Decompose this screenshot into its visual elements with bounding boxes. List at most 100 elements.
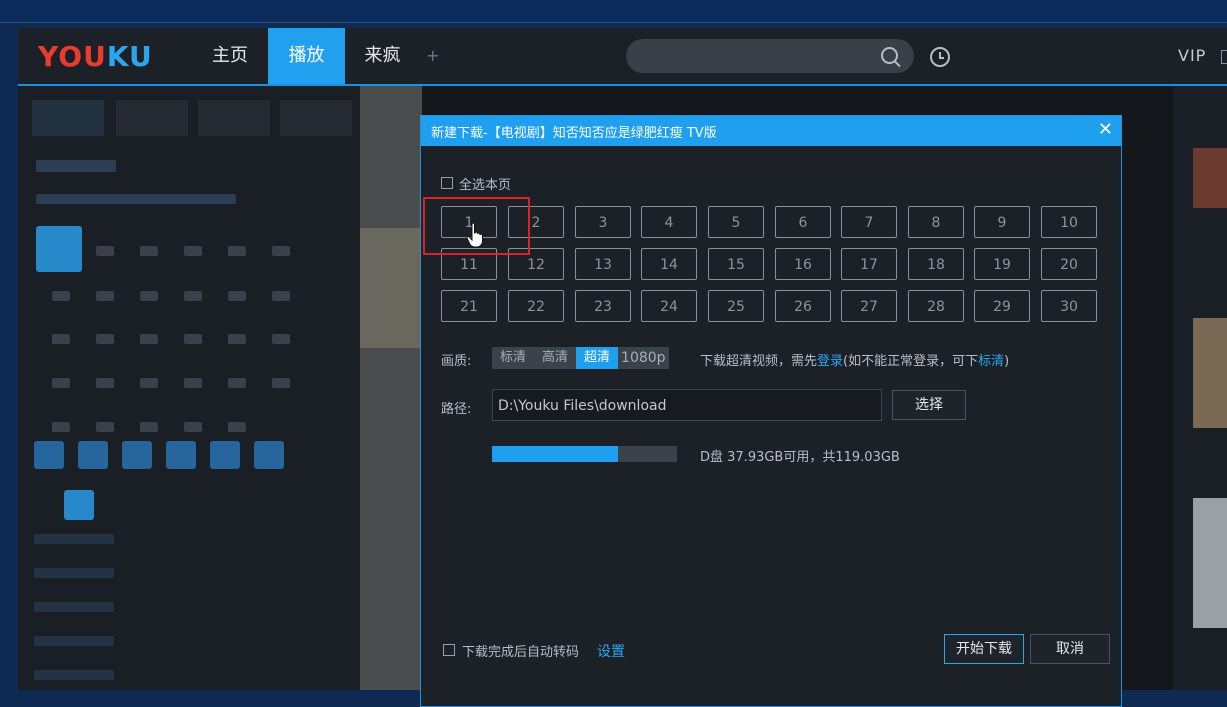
episode-button[interactable]: 7: [841, 206, 897, 238]
sidebar-tab: [280, 100, 352, 136]
episode-button[interactable]: 24: [641, 290, 697, 322]
blurred-list-item: [34, 670, 114, 680]
blurred-sidebar: [18, 86, 360, 690]
blurred-right-thumb: [1193, 148, 1227, 208]
episode-button[interactable]: 8: [908, 206, 964, 238]
quality-option-1080p[interactable]: 1080p: [618, 347, 669, 369]
vip-link[interactable]: VIP: [1178, 46, 1206, 65]
episode-button[interactable]: 3: [575, 206, 631, 238]
episode-button[interactable]: 6: [775, 206, 831, 238]
episode-button[interactable]: 22: [508, 290, 564, 322]
blurred-episode: [52, 334, 70, 344]
select-all-label[interactable]: 全选本页: [459, 174, 511, 193]
quality-hint: 下载超清视频，需先登录(如不能正常登录，可下标清): [700, 350, 1009, 369]
blurred-episode: [140, 422, 158, 432]
dialog-header: 新建下载-【电视剧】知否知否应是绿肥红瘦 TV版 ✕: [421, 116, 1121, 146]
episode-button[interactable]: 17: [841, 248, 897, 280]
blurred-episode: [52, 378, 70, 388]
nav-laifeng[interactable]: 来疯: [345, 28, 420, 84]
blurred-thumb: [210, 441, 240, 469]
episode-button[interactable]: 25: [708, 290, 764, 322]
blurred-episode: [184, 246, 202, 256]
episode-button[interactable]: 5: [708, 206, 764, 238]
history-clock-icon[interactable]: [930, 47, 950, 67]
close-icon[interactable]: ✕: [1098, 119, 1113, 141]
choose-path-button[interactable]: 选择: [892, 390, 966, 420]
blurred-episode: [140, 291, 158, 301]
episode-button[interactable]: 4: [641, 206, 697, 238]
quality-label: 画质:: [441, 354, 472, 369]
quality-option-hd[interactable]: 高清: [534, 347, 576, 369]
blurred-list-item: [34, 534, 114, 544]
blurred-video-highlight: [360, 228, 422, 348]
blurred-episode: [96, 378, 114, 388]
blurred-episode: [184, 291, 202, 301]
start-download-button[interactable]: 开始下载: [944, 634, 1024, 664]
top-bar: YOUKU 主页 播放 来疯 + VIP: [18, 28, 1227, 86]
episode-button[interactable]: 27: [841, 290, 897, 322]
blurred-episode: [272, 246, 290, 256]
disk-info: D盘 37.93GB可用，共119.03GB: [700, 450, 900, 465]
blurred-episode: [272, 378, 290, 388]
add-tab-icon[interactable]: +: [426, 46, 439, 65]
episode-button[interactable]: 10: [1041, 206, 1097, 238]
quality-option-sd[interactable]: 标清: [492, 347, 534, 369]
nav-home[interactable]: 主页: [190, 28, 270, 84]
episode-button[interactable]: 13: [575, 248, 631, 280]
blurred-episode: [184, 334, 202, 344]
blurred-list-item: [34, 602, 114, 612]
episode-button[interactable]: 16: [775, 248, 831, 280]
settings-link[interactable]: 设置: [597, 641, 625, 661]
nav-play[interactable]: 播放: [268, 28, 345, 84]
episode-button[interactable]: 23: [575, 290, 631, 322]
blurred-selected-episode: [36, 226, 82, 272]
episode-button[interactable]: 19: [974, 248, 1030, 280]
blurred-thumb: [122, 441, 152, 469]
quality-hint-text: (如不能正常登录，可下: [843, 354, 979, 369]
blurred-thumb: [254, 441, 284, 469]
blurred-episode: [96, 334, 114, 344]
episode-button[interactable]: 28: [908, 290, 964, 322]
select-all-checkbox[interactable]: [441, 177, 453, 189]
blurred-video-area: [360, 86, 422, 690]
sidebar-tab: [32, 100, 104, 136]
episode-button[interactable]: 18: [908, 248, 964, 280]
blurred-thumb: [166, 441, 196, 469]
blurred-episode: [140, 246, 158, 256]
blurred-episode: [228, 422, 246, 432]
blurred-episode: [140, 334, 158, 344]
blurred-episode: [52, 291, 70, 301]
quality-option-super[interactable]: 超清: [576, 347, 619, 369]
search-icon[interactable]: [881, 47, 898, 64]
blurred-episode: [184, 378, 202, 388]
login-link[interactable]: 登录: [817, 354, 843, 369]
episode-button[interactable]: 20: [1041, 248, 1097, 280]
download-path-input[interactable]: D:\Youku Files\download: [492, 389, 882, 421]
episode-button[interactable]: 30: [1041, 290, 1097, 322]
episode-button[interactable]: 29: [974, 290, 1030, 322]
blurred-episode: [228, 291, 246, 301]
blurred-right-thumb: [1193, 498, 1227, 628]
episode-button[interactable]: 26: [775, 290, 831, 322]
sidebar-tab: [116, 100, 188, 136]
youku-logo[interactable]: YOUKU: [38, 40, 153, 73]
episode-button[interactable]: 15: [708, 248, 764, 280]
auto-transcode-checkbox[interactable]: [443, 644, 455, 656]
blurred-thumb: [78, 441, 108, 469]
window-control-icon[interactable]: [1221, 50, 1227, 64]
blurred-episode: [96, 246, 114, 256]
blurred-title: [36, 194, 236, 204]
episode-button[interactable]: 9: [974, 206, 1030, 238]
blurred-episode: [272, 334, 290, 344]
search-input[interactable]: [626, 39, 914, 73]
sd-download-link[interactable]: 标清: [978, 354, 1004, 369]
blurred-episode: [228, 378, 246, 388]
path-label: 路径:: [441, 402, 472, 417]
auto-transcode-label[interactable]: 下载完成后自动转码: [462, 641, 579, 660]
episode-button[interactable]: 21: [441, 290, 497, 322]
disk-usage-fill: [492, 446, 618, 462]
episode-button[interactable]: 14: [641, 248, 697, 280]
cancel-button[interactable]: 取消: [1030, 634, 1110, 664]
disk-usage-bar: [492, 446, 677, 462]
hand-pointer-cursor-icon: [466, 222, 483, 248]
